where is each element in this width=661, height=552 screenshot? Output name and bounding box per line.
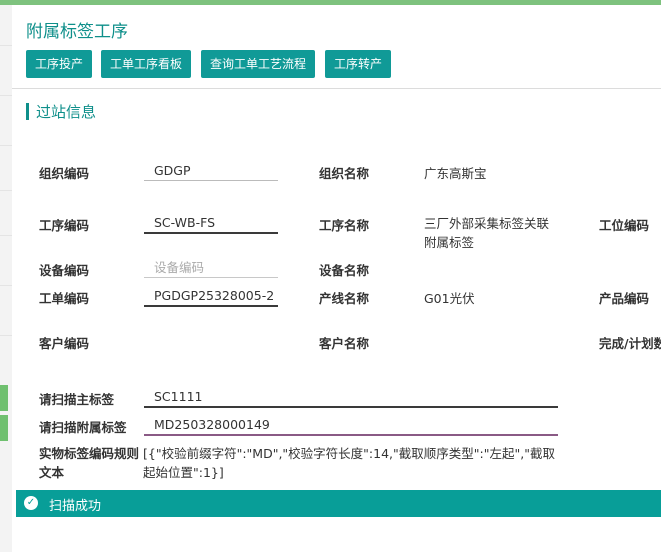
line-name-value: G01光伏 — [424, 291, 475, 306]
rule-label-line-2: 文本 — [39, 465, 65, 480]
org-name-label: 组织名称 — [319, 166, 370, 181]
completion-plan-label: 完成/计划数 — [599, 336, 661, 351]
device-code-input[interactable]: 设备编码 — [144, 258, 278, 278]
rule-text-line-2: 起始位置":1}] — [143, 465, 224, 480]
left-panel-row[interactable] — [0, 285, 12, 304]
rule-label-line-1: 实物标签编码规则 — [39, 446, 140, 461]
order-process-board-button[interactable]: 工单工序看板 — [101, 50, 192, 78]
process-code-field[interactable]: SC-WB-FS — [144, 213, 278, 234]
left-panel-active-indicator — [0, 415, 8, 441]
section-title: 过站信息 — [26, 101, 96, 122]
rule-text-line-1: [{"校验前缀字符":"MD","校验字符长度":14,"截取顺序类型":"左起… — [143, 446, 555, 461]
process-name-line-1: 三厂外部采集标签关联 — [424, 216, 550, 231]
query-order-route-button[interactable]: 查询工单工艺流程 — [201, 50, 316, 78]
scan-main-label: 请扫描主标签 — [39, 392, 115, 407]
customer-name-label: 客户名称 — [319, 336, 370, 351]
work-order-field[interactable]: PGDGP25328005-2 — [144, 286, 278, 307]
left-panel-row[interactable] — [0, 95, 12, 114]
org-name-value: 广东高斯宝 — [424, 166, 487, 181]
left-panel-active-indicator — [0, 385, 8, 411]
process-name-value: 三厂外部采集标签关联 附属标签 — [424, 214, 549, 252]
process-start-button[interactable]: 工序投产 — [26, 50, 93, 78]
process-name-line-2: 附属标签 — [424, 235, 475, 250]
process-transfer-button[interactable]: 工序转产 — [325, 50, 392, 78]
status-bar: ✓ 扫描成功 — [16, 490, 661, 517]
station-code-label: 工位编码 — [599, 218, 650, 233]
process-name-label: 工序名称 — [319, 218, 370, 233]
device-name-label: 设备名称 — [319, 263, 370, 278]
page-title: 附属标签工序 — [26, 22, 128, 42]
scan-sub-label: 请扫描附属标签 — [39, 420, 127, 435]
org-code-field[interactable]: GDGP — [144, 161, 278, 181]
section-title-bar — [26, 103, 29, 120]
divider — [12, 88, 661, 89]
section-title-text: 过站信息 — [36, 103, 97, 121]
left-panel-row[interactable] — [0, 190, 12, 209]
check-circle-icon: ✓ — [24, 496, 38, 510]
org-code-label: 组织编码 — [39, 166, 90, 181]
scan-main-input[interactable]: SC1111 — [144, 387, 558, 408]
line-name-label: 产线名称 — [319, 291, 370, 306]
left-panel-row[interactable] — [0, 235, 12, 254]
device-code-label: 设备编码 — [39, 263, 90, 278]
scan-sub-input[interactable]: MD250328000149 — [144, 415, 558, 436]
main-panel: 附属标签工序 工序投产 工单工序看板 查询工单工艺流程 工序转产 过站信息 组织… — [12, 5, 661, 552]
rule-text: [{"校验前缀字符":"MD","校验字符长度":14,"截取顺序类型":"左起… — [143, 444, 563, 482]
left-panel-row[interactable] — [0, 145, 12, 164]
left-panel-row[interactable] — [0, 335, 12, 354]
status-message: 扫描成功 — [49, 499, 102, 514]
rule-label: 实物标签编码规则 文本 — [39, 444, 139, 482]
product-code-label: 产品编码 — [599, 291, 650, 306]
left-panel-row[interactable] — [0, 45, 12, 64]
work-order-label: 工单编码 — [39, 291, 90, 306]
customer-code-label: 客户编码 — [39, 336, 90, 351]
process-code-label: 工序编码 — [39, 218, 90, 233]
